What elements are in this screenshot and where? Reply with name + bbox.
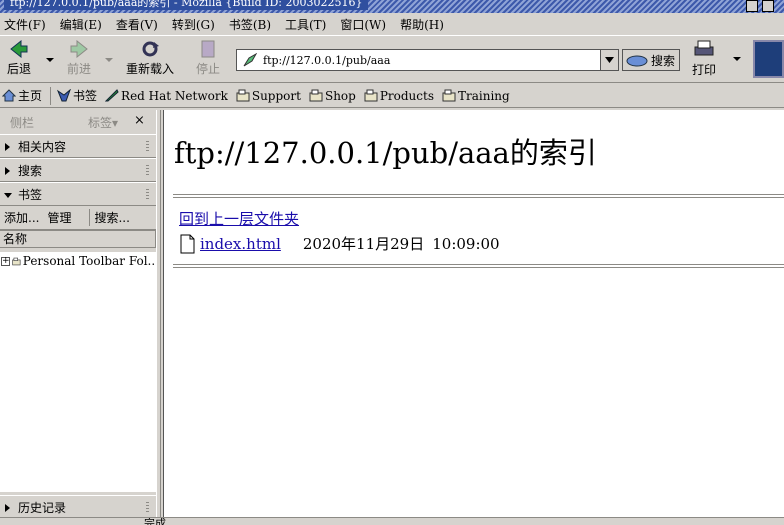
- print-dropdown-icon[interactable]: [733, 57, 741, 61]
- file-row: index.html 2020年11月29日 10:09:00: [179, 233, 500, 254]
- expand-arrow-icon: [5, 143, 10, 151]
- grip-icon: [146, 502, 149, 513]
- menu-file[interactable]: 文件(F): [4, 16, 46, 33]
- window-title: ftp://127.0.0.1/pub/aaa的索引 - Mozilla {Bu…: [4, 0, 369, 10]
- sidebar-section-history[interactable]: 历史记录: [0, 495, 159, 519]
- url-field[interactable]: ftp://127.0.0.1/pub/aaa: [236, 49, 619, 71]
- bookmark-folder-training[interactable]: Training: [442, 89, 510, 103]
- sidebar-section-bookmarks[interactable]: 书签: [0, 182, 159, 206]
- url-dropdown-button[interactable]: [600, 49, 619, 71]
- folder-icon: [364, 89, 378, 102]
- folder-icon: [12, 257, 21, 265]
- home-icon: [2, 89, 16, 102]
- sidebar: 侧栏 标签▾ × 相关内容 搜索 书签 添加... 管理 搜索... 名称 + …: [0, 110, 159, 519]
- status-text: 完成: [144, 517, 166, 525]
- collapse-arrow-icon: [4, 193, 12, 198]
- menu-bookmarks[interactable]: 书签(B): [229, 16, 271, 33]
- menu-view[interactable]: 查看(V): [116, 16, 158, 33]
- personal-toolbar: 主页 书签 Red Hat Network Support Shop Produ…: [0, 84, 784, 108]
- mozilla-throbber-logo[interactable]: [753, 40, 784, 78]
- bookmark-folder-products[interactable]: Products: [364, 89, 434, 103]
- sidebar-section-related[interactable]: 相关内容: [0, 134, 159, 158]
- menu-edit[interactable]: 编辑(E): [60, 16, 102, 33]
- sidebar-splitter[interactable]: [156, 110, 161, 517]
- divider: [173, 194, 784, 198]
- navigation-toolbar: 后退 前进 重新载入 停止 ftp://127.0.0.1/pub/aaa 搜索…: [0, 35, 784, 83]
- forward-button[interactable]: 前进: [64, 40, 94, 77]
- name-column-header[interactable]: 名称: [0, 230, 156, 248]
- stop-icon: [201, 40, 215, 58]
- tree-item[interactable]: + Personal Toolbar Fol...: [0, 252, 159, 270]
- chevron-down-icon: [605, 57, 614, 63]
- sidebar-section-search[interactable]: 搜索: [0, 158, 159, 182]
- maximize-button[interactable]: [762, 0, 774, 12]
- reload-button[interactable]: 重新载入: [122, 40, 178, 77]
- sidebar-title: 侧栏: [10, 116, 35, 130]
- home-button[interactable]: 主页: [2, 87, 42, 104]
- red-hat-icon: [105, 89, 119, 102]
- folder-icon: [309, 89, 323, 102]
- page-content: ftp://127.0.0.1/pub/aaa的索引 回到上一层文件夹 inde…: [163, 110, 784, 517]
- divider: [173, 264, 784, 268]
- file-time: 10:09:00: [432, 234, 500, 253]
- sidebar-header: 侧栏 标签▾ ×: [0, 110, 159, 134]
- toolbar-separator: [50, 86, 52, 105]
- grip-icon: [146, 165, 149, 176]
- bookmark-tools: 添加... 管理 搜索...: [0, 206, 159, 230]
- search-button[interactable]: 搜索: [622, 49, 680, 71]
- bookmarks-icon: [57, 89, 71, 102]
- sidebar-close-button[interactable]: ×: [134, 113, 145, 128]
- grip-icon: [146, 189, 149, 200]
- sidebar-tabs-menu[interactable]: 标签▾: [88, 114, 118, 131]
- status-bar: 完成: [0, 517, 784, 525]
- back-button[interactable]: 后退: [4, 40, 34, 77]
- file-icon: [180, 234, 195, 253]
- back-arrow-icon: [10, 40, 28, 58]
- page-heading: ftp://127.0.0.1/pub/aaa的索引: [174, 136, 597, 170]
- expand-arrow-icon: [5, 504, 10, 512]
- forward-arrow-icon: [70, 40, 88, 58]
- page-proxy-icon: [243, 53, 257, 67]
- folder-icon: [236, 89, 250, 102]
- stop-button[interactable]: 停止: [193, 40, 223, 77]
- file-date: 2020年11月29日: [302, 235, 425, 253]
- title-bar: ftp://127.0.0.1/pub/aaa的索引 - Mozilla {Bu…: [0, 0, 784, 13]
- minimize-button[interactable]: [746, 0, 758, 12]
- url-text: ftp://127.0.0.1/pub/aaa: [263, 53, 391, 67]
- grip-icon: [146, 141, 149, 152]
- search-icon: [626, 55, 648, 67]
- printer-icon: [694, 40, 714, 56]
- expand-plus-icon[interactable]: +: [1, 256, 10, 266]
- bookmark-red-hat-network[interactable]: Red Hat Network: [105, 89, 228, 103]
- search-bookmarks-button[interactable]: 搜索...: [90, 209, 133, 226]
- forward-dropdown-icon[interactable]: [105, 58, 113, 62]
- menu-window[interactable]: 窗口(W): [340, 16, 386, 33]
- file-link[interactable]: index.html: [200, 235, 281, 253]
- menu-help[interactable]: 帮助(H): [400, 16, 444, 33]
- bookmark-folder-shop[interactable]: Shop: [309, 89, 356, 103]
- manage-bookmarks-button[interactable]: 管理: [43, 209, 91, 226]
- parent-directory-link[interactable]: 回到上一层文件夹: [179, 208, 299, 229]
- menu-go[interactable]: 转到(G): [172, 16, 215, 33]
- bookmarks-button[interactable]: 书签: [57, 87, 97, 104]
- bookmarks-tree: + Personal Toolbar Fol...: [0, 252, 159, 492]
- menu-tools[interactable]: 工具(T): [285, 16, 326, 33]
- folder-icon: [442, 89, 456, 102]
- add-bookmark-button[interactable]: 添加...: [0, 209, 43, 226]
- reload-icon: [142, 41, 159, 57]
- menu-bar: 文件(F) 编辑(E) 查看(V) 转到(G) 书签(B) 工具(T) 窗口(W…: [0, 13, 784, 35]
- print-button[interactable]: 打印: [692, 40, 716, 78]
- expand-arrow-icon: [5, 167, 10, 175]
- bookmark-folder-support[interactable]: Support: [236, 89, 301, 103]
- back-dropdown-icon[interactable]: [46, 58, 54, 62]
